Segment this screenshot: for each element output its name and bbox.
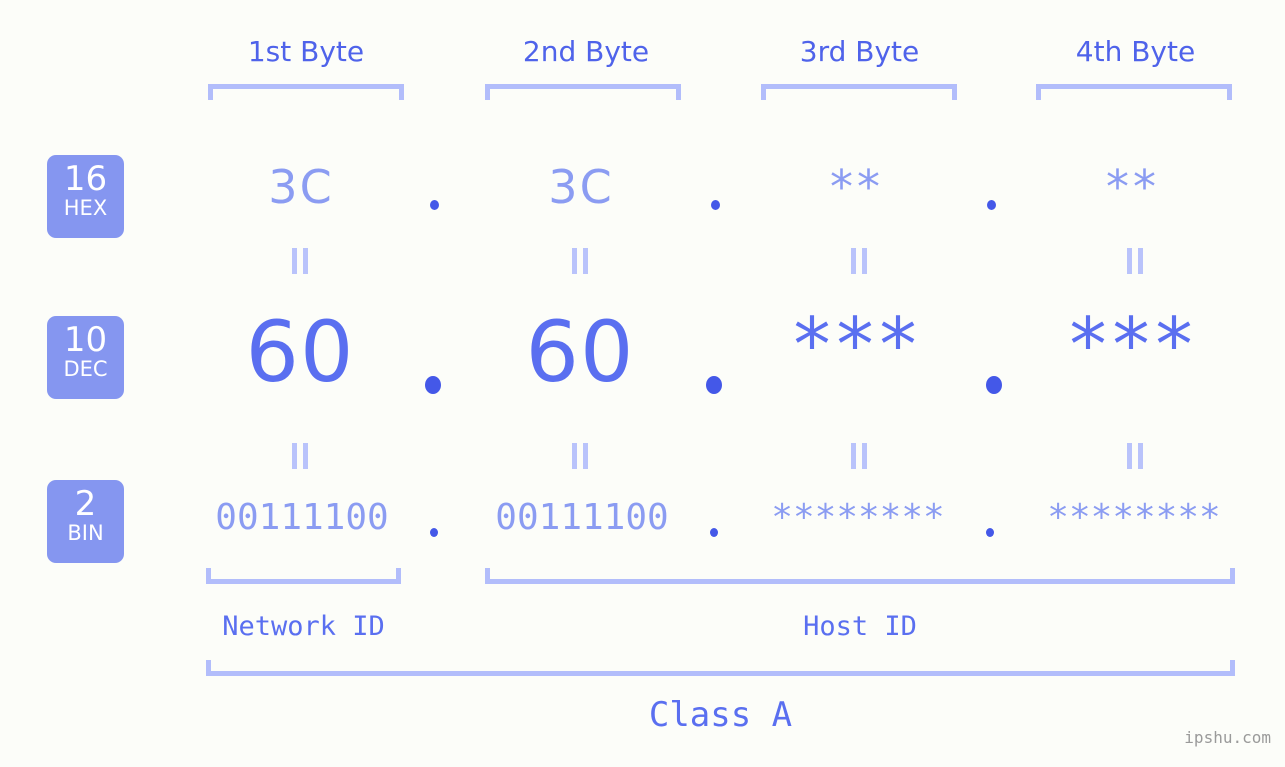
hex-byte-1-value: 3C (268, 160, 334, 214)
class-bracket (206, 660, 1235, 676)
host-id-bracket (485, 568, 1235, 584)
bin-separator-dot-2 (710, 528, 718, 537)
hex-byte-3-value: ** (830, 160, 884, 214)
base-badge-dec-name: DEC (63, 357, 108, 381)
base-badge-bin: 2 BIN (47, 480, 124, 563)
bin-byte-2-value: 00111100 (495, 497, 669, 538)
byte-bracket-top-2 (485, 84, 681, 100)
network-id-label: Network ID (222, 611, 385, 642)
equality-connector-dec-bin-2 (572, 443, 590, 469)
base-badge-hex-number: 16 (63, 159, 108, 199)
base-badge-hex-name: HEX (63, 196, 108, 220)
equality-connector-hex-dec-3 (851, 248, 869, 274)
byte-bracket-top-4 (1036, 84, 1232, 100)
base-badge-dec-number: 10 (63, 320, 108, 360)
equality-connector-dec-bin-3 (851, 443, 869, 469)
dec-byte-3-value: *** (793, 302, 923, 388)
class-label: Class A (648, 695, 793, 735)
hex-separator-dot-2 (711, 200, 720, 210)
byte-header-3: 3rd Byte (799, 35, 920, 68)
byte-bracket-top-1 (208, 84, 404, 100)
byte-header-4: 4th Byte (1075, 35, 1196, 68)
hex-byte-4-value: ** (1106, 160, 1160, 214)
dec-separator-dot-2 (706, 376, 722, 394)
ip-address-breakdown-diagram: 1st Byte 2nd Byte 3rd Byte 4th Byte 16 H… (0, 0, 1285, 767)
base-badge-bin-number: 2 (74, 484, 97, 524)
base-badge-dec: 10 DEC (47, 316, 124, 399)
network-id-bracket (206, 568, 401, 584)
equality-connector-hex-dec-4 (1127, 248, 1145, 274)
site-watermark: ipshu.com (1184, 728, 1271, 747)
equality-connector-dec-bin-4 (1127, 443, 1145, 469)
dec-byte-4-value: *** (1069, 302, 1199, 388)
hex-separator-dot-3 (987, 200, 996, 210)
dec-separator-dot-1 (425, 376, 441, 394)
equality-connector-hex-dec-2 (572, 248, 590, 274)
equality-connector-hex-dec-1 (292, 248, 310, 274)
dec-byte-2-value: 60 (525, 303, 635, 401)
byte-header-1: 1st Byte (247, 35, 365, 68)
base-badge-hex: 16 HEX (47, 155, 124, 238)
hex-byte-2-value: 3C (548, 160, 614, 214)
byte-header-2: 2nd Byte (522, 35, 650, 68)
host-id-label: Host ID (803, 611, 917, 642)
hex-separator-dot-1 (430, 200, 439, 210)
dec-byte-1-value: 60 (245, 303, 355, 401)
base-badge-bin-name: BIN (67, 521, 104, 545)
dec-separator-dot-3 (986, 376, 1002, 394)
byte-bracket-top-3 (761, 84, 957, 100)
bin-byte-1-value: 00111100 (215, 497, 389, 538)
bin-separator-dot-1 (430, 528, 438, 537)
equality-connector-dec-bin-1 (292, 443, 310, 469)
bin-byte-4-value: ******** (1047, 497, 1221, 538)
bin-separator-dot-3 (986, 528, 994, 537)
bin-byte-3-value: ******** (771, 497, 945, 538)
